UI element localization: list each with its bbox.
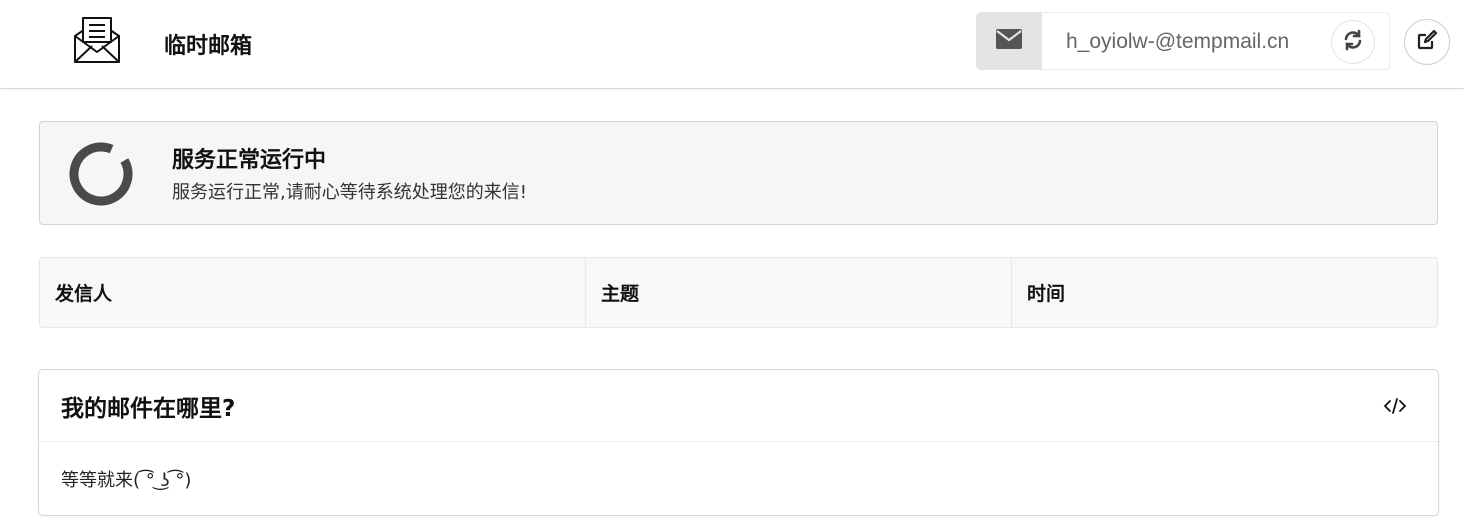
app-title: 临时邮箱 xyxy=(164,34,253,59)
refresh-button[interactable] xyxy=(1331,20,1375,64)
faq-title: 我的邮件在哪里? xyxy=(61,396,236,422)
column-header-sender: 发信人 xyxy=(55,283,113,305)
edit-address-button[interactable] xyxy=(1404,19,1450,65)
status-title: 服务正常运行中 xyxy=(172,148,327,173)
email-address-field[interactable]: h_oyiolw-@tempmail.cn xyxy=(1042,12,1390,70)
faq-card: 我的邮件在哪里? 等等就来( ͡° ͜ʖ ͡°) xyxy=(38,369,1439,516)
mail-addon xyxy=(976,12,1042,70)
spinner-icon xyxy=(67,140,135,208)
edit-icon xyxy=(1416,29,1438,55)
faq-header: 我的邮件在哪里? xyxy=(39,370,1438,442)
faq-body-text: 等等就来( ͡° ͜ʖ ͡°) xyxy=(61,470,192,491)
code-icon[interactable] xyxy=(1381,394,1409,418)
top-navbar: 临时邮箱 h_oyiolw-@tempmail.cn xyxy=(0,0,1464,89)
mail-table: 发信人 主题 时间 xyxy=(39,257,1438,328)
refresh-icon xyxy=(1342,29,1364,55)
email-address-text[interactable]: h_oyiolw-@tempmail.cn xyxy=(1066,30,1289,54)
status-description: 服务运行正常,请耐心等待系统处理您的来信! xyxy=(172,182,527,203)
column-header-subject: 主题 xyxy=(585,258,1011,327)
envelope-letter-icon xyxy=(72,16,122,64)
service-status-card: 服务正常运行中 服务运行正常,请耐心等待系统处理您的来信! xyxy=(39,121,1438,225)
column-header-time: 时间 xyxy=(1011,258,1437,327)
envelope-icon xyxy=(996,29,1022,53)
